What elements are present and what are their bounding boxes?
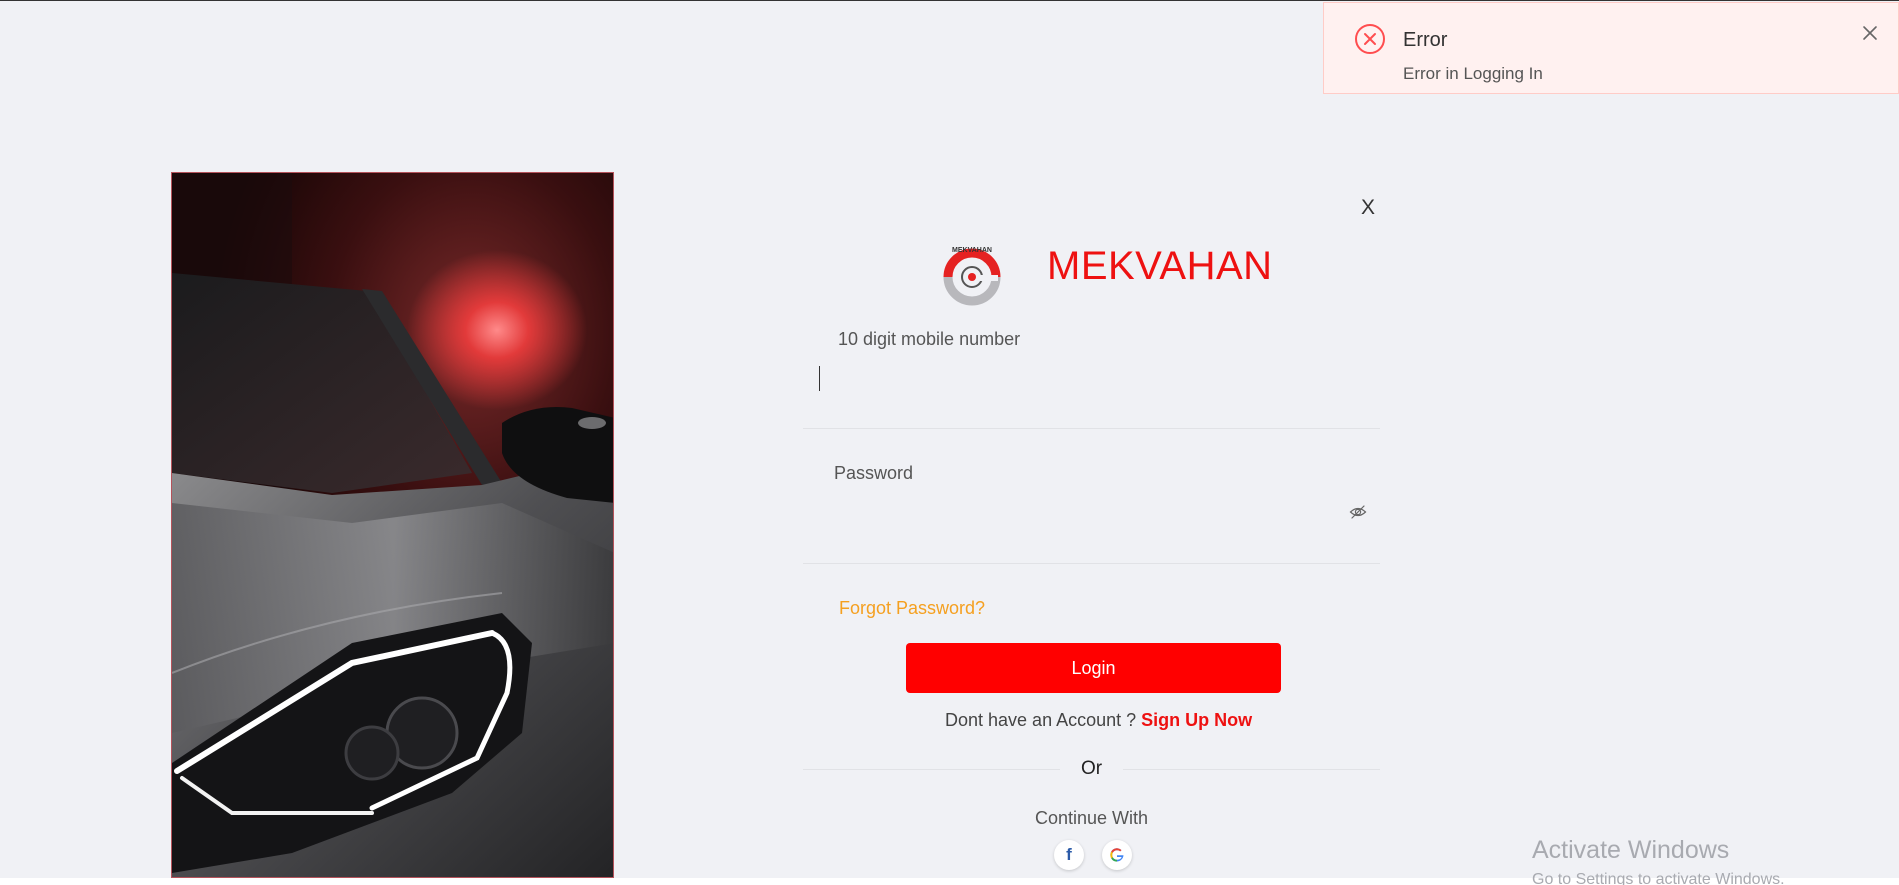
password-input[interactable] <box>818 495 1338 531</box>
divider-line-right <box>1123 769 1380 770</box>
toast-title: Error <box>1403 29 1448 51</box>
close-icon[interactable] <box>1860 23 1880 43</box>
password-label: Password <box>834 463 914 483</box>
mobile-underline <box>803 428 1380 429</box>
car-headlight-image <box>171 172 614 878</box>
top-border <box>0 0 1899 1</box>
signup-prompt-text: Dont have an Account ? <box>945 710 1142 730</box>
signup-prompt: Dont have an Account ? Sign Up Now <box>945 710 1252 731</box>
brand-name: MEKVAHAN <box>1047 244 1273 288</box>
toast-message: Error in Logging In <box>1403 64 1543 83</box>
close-dialog-button[interactable]: X <box>1358 196 1378 220</box>
eye-slash-icon[interactable] <box>1349 503 1367 521</box>
continue-with-label: Continue With <box>1034 808 1149 828</box>
mobile-number-input[interactable] <box>818 360 1358 396</box>
error-toast: Error Error in Logging In <box>1323 2 1899 94</box>
facebook-icon: f <box>1066 845 1072 864</box>
watermark-subtitle: Go to Settings to activate Windows. <box>1532 871 1785 885</box>
car-illustration <box>172 173 613 877</box>
login-button[interactable]: Login <box>906 643 1281 693</box>
forgot-password-link[interactable]: Forgot Password? <box>839 598 985 619</box>
google-login-button[interactable] <box>1102 840 1132 870</box>
or-divider: Or <box>803 758 1380 782</box>
mobile-label: 10 digit mobile number <box>838 329 1021 349</box>
password-underline <box>803 563 1380 564</box>
mekvahan-logo: MEKVAHAN <box>943 247 1001 306</box>
sign-up-link[interactable]: Sign Up Now <box>1141 710 1252 730</box>
text-caret <box>819 366 820 391</box>
watermark-title: Activate Windows <box>1532 836 1730 864</box>
windows-activation-watermark: Activate Windows Go to Settings to activ… <box>1532 836 1785 885</box>
facebook-login-button[interactable]: f <box>1054 840 1084 870</box>
logo-text: MEKVAHAN <box>952 247 992 254</box>
google-icon <box>1110 848 1124 862</box>
error-circle-icon <box>1355 24 1385 54</box>
